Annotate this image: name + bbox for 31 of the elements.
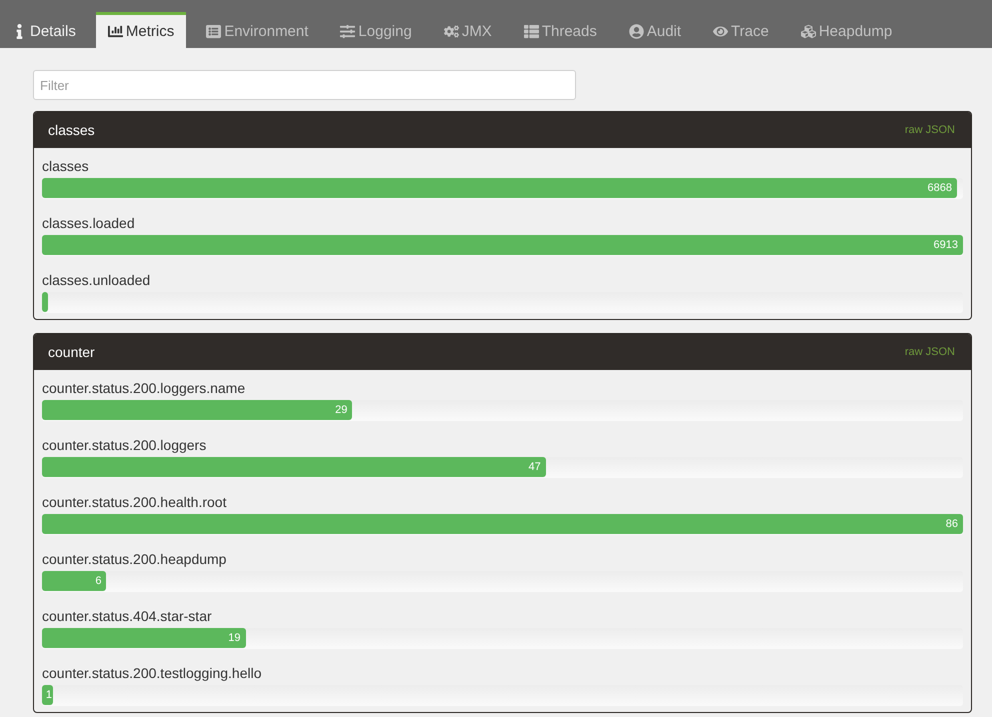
metric-name: counter.status.200.health.root <box>42 493 226 511</box>
metric-value: 47 <box>528 461 541 473</box>
metric-value: 6 <box>95 575 102 587</box>
sliders-icon <box>340 24 356 39</box>
list-icon <box>206 24 222 39</box>
filter-field[interactable]: Filter <box>33 70 576 100</box>
raw-json-link[interactable]: raw JSON <box>904 124 955 136</box>
bar-chart-icon <box>108 24 123 39</box>
tab[interactable]: Metrics <box>96 12 186 48</box>
metric-value: 19 <box>228 632 241 644</box>
cubes-icon <box>800 24 816 39</box>
panel-title: classes <box>48 122 95 138</box>
metric-name: counter.status.404.star-star <box>42 607 212 625</box>
metric-name: classes <box>42 157 89 175</box>
metric-value: 6913 <box>934 239 958 251</box>
metric-name: classes.loaded <box>42 214 135 232</box>
panel-title: counter <box>48 344 95 360</box>
metric-name: counter.status.200.heapdump <box>42 550 226 568</box>
tab[interactable]: Details <box>0 12 88 48</box>
eye-icon <box>713 24 728 39</box>
raw-json-link[interactable]: raw JSON <box>904 346 955 358</box>
metric-value: 29 <box>335 404 348 416</box>
metric-name: counter.status.200.loggers <box>42 436 206 454</box>
metric-value: 6868 <box>928 182 952 194</box>
gears-icon <box>444 24 459 39</box>
metric-value: 1 <box>46 689 52 701</box>
metric-name: classes.unloaded <box>42 271 150 289</box>
list-icon <box>524 24 539 39</box>
metric-name: counter.status.200.loggers.name <box>42 379 246 397</box>
metric-name: counter.status.200.testlogging.hello <box>42 664 262 682</box>
metric-value: 86 <box>946 518 958 530</box>
